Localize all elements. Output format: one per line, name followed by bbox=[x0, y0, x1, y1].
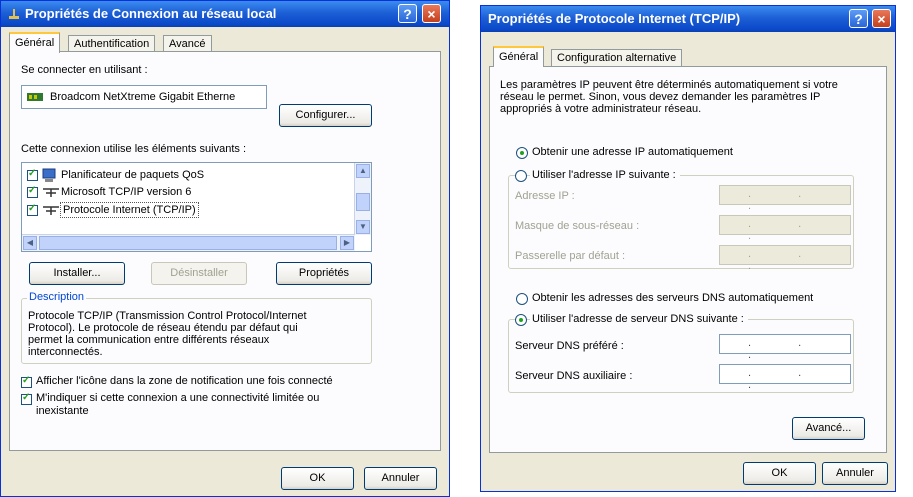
obtain-dns-auto-radio[interactable] bbox=[516, 293, 528, 305]
description-text: Protocole TCP/IP (Transmission Control P… bbox=[28, 310, 364, 360]
default-gateway-label: Passerelle par défaut : bbox=[515, 250, 626, 262]
component-label: Protocole Internet (TCP/IP) bbox=[60, 202, 199, 218]
intro-line: Les paramètres IP peuvent être déterminé… bbox=[500, 79, 838, 91]
ip-dots: . . . bbox=[748, 188, 824, 212]
configure-button[interactable]: Configurer... bbox=[279, 104, 372, 127]
scroll-thumb[interactable] bbox=[39, 236, 337, 250]
preferred-dns-label: Serveur DNS préféré : bbox=[515, 340, 624, 352]
components-list[interactable]: Planificateur de paquets QoS Microsoft T… bbox=[21, 162, 372, 252]
tcpip-properties-dialog: Propriétés de Protocole Internet (TCP/IP… bbox=[480, 5, 896, 492]
ip-dots: . . . bbox=[748, 367, 824, 391]
qos-scheduler-icon bbox=[42, 168, 56, 182]
cancel-button[interactable]: Annuler bbox=[364, 467, 437, 490]
help-button[interactable]: ? bbox=[398, 4, 417, 23]
help-button[interactable]: ? bbox=[849, 9, 868, 28]
use-dns-label: Utiliser l'adresse de serveur DNS suivan… bbox=[530, 313, 748, 325]
notify-checkbox[interactable] bbox=[21, 392, 32, 405]
ip-address-label: Adresse IP : bbox=[515, 190, 575, 202]
close-button[interactable]: × bbox=[422, 4, 441, 23]
default-gateway-field[interactable]: . . . bbox=[719, 245, 851, 272]
description-title: Description bbox=[27, 291, 87, 303]
ip-dots: . . . bbox=[748, 218, 824, 242]
description-line: Protocol). Le protocole de réseau étendu… bbox=[28, 322, 298, 334]
use-ip-label: Utiliser l'adresse IP suivante : bbox=[530, 169, 680, 181]
tab-general[interactable]: Général bbox=[9, 32, 61, 53]
intro-line: appropriés à votre administrateur réseau… bbox=[500, 103, 702, 115]
scroll-thumb[interactable] bbox=[356, 193, 370, 211]
intro-text: Les paramètres IP peuvent être déterminé… bbox=[500, 79, 838, 115]
general-panel: Se connecter en utilisant : Broadcom Net… bbox=[9, 51, 441, 451]
static-ip-group: Utiliser l'adresse IP suivante : Adresse… bbox=[508, 169, 854, 272]
description-line: permet la communication entre différents… bbox=[28, 334, 270, 346]
obtain-dns-auto-label: Obtenir les adresses des serveurs DNS au… bbox=[532, 292, 814, 304]
tab-advanced[interactable]: Avancé bbox=[163, 35, 212, 52]
protocol-icon bbox=[43, 206, 59, 215]
ok-button[interactable]: OK bbox=[743, 462, 816, 485]
component-checkbox[interactable] bbox=[27, 203, 38, 216]
tab-strip: Général Configuration alternative bbox=[489, 46, 887, 67]
component-checkbox[interactable] bbox=[27, 185, 38, 198]
ip-dots: . . . bbox=[748, 337, 824, 361]
list-item[interactable]: Protocole Internet (TCP/IP) bbox=[27, 202, 347, 219]
description-line: Protocole TCP/IP (Transmission Control P… bbox=[28, 310, 307, 322]
scroll-left-button[interactable]: ◀ bbox=[23, 236, 37, 250]
title-bar[interactable]: Propriétés de Connexion au réseau local … bbox=[1, 1, 449, 27]
subnet-mask-field[interactable]: . . . bbox=[719, 215, 851, 242]
obtain-ip-auto-radio[interactable] bbox=[516, 147, 528, 159]
static-dns-group: Utiliser l'adresse de serveur DNS suivan… bbox=[508, 313, 854, 393]
cancel-button[interactable]: Annuler bbox=[822, 462, 888, 485]
preferred-dns-field[interactable]: . . . bbox=[719, 334, 851, 361]
adapter-field: Broadcom NetXtreme Gigabit Etherne bbox=[21, 85, 267, 109]
elements-label: Cette connexion utilise les éléments sui… bbox=[21, 143, 247, 155]
component-label: Planificateur de paquets QoS bbox=[61, 169, 205, 181]
window-title: Propriétés de Protocole Internet (TCP/IP… bbox=[488, 11, 741, 26]
protocol-icon bbox=[43, 188, 59, 197]
alternate-dns-field[interactable]: . . . bbox=[719, 364, 851, 391]
obtain-ip-auto-label: Obtenir une adresse IP automatiquement bbox=[532, 146, 733, 158]
properties-button[interactable]: Propriétés bbox=[276, 262, 372, 285]
subnet-mask-label: Masque de sous-réseau : bbox=[515, 220, 640, 232]
ok-button[interactable]: OK bbox=[281, 467, 354, 490]
intro-line: réseau le permet. Sinon, vous devez dema… bbox=[500, 91, 821, 103]
component-label: Microsoft TCP/IP version 6 bbox=[61, 186, 192, 198]
tab-general[interactable]: Général bbox=[493, 46, 545, 67]
show-icon-label: Afficher l'icône dans la zone de notific… bbox=[36, 375, 333, 387]
notify-label-continued: inexistante bbox=[36, 405, 89, 417]
alternate-dns-label: Serveur DNS auxiliaire : bbox=[515, 370, 633, 382]
window-title: Propriétés de Connexion au réseau local bbox=[25, 6, 277, 21]
component-checkbox[interactable] bbox=[27, 168, 38, 181]
connect-using-label: Se connecter en utilisant : bbox=[21, 64, 148, 76]
tab-authentication[interactable]: Authentification bbox=[68, 35, 156, 52]
advanced-button[interactable]: Avancé... bbox=[792, 417, 865, 440]
notify-label: M'indiquer si cette connexion a une conn… bbox=[36, 392, 320, 404]
ip-dots: . . . bbox=[748, 248, 824, 272]
list-item[interactable]: Planificateur de paquets QoS bbox=[27, 168, 347, 184]
adapter-name: Broadcom NetXtreme Gigabit Etherne bbox=[50, 91, 236, 103]
network-connection-icon bbox=[9, 9, 19, 19]
scroll-up-button[interactable]: ▲ bbox=[356, 164, 370, 178]
show-icon-checkbox[interactable] bbox=[21, 375, 32, 388]
use-ip-radio[interactable] bbox=[515, 170, 527, 182]
uninstall-button[interactable]: Désinstaller bbox=[151, 262, 247, 285]
use-dns-radio[interactable] bbox=[515, 314, 527, 326]
vertical-scrollbar[interactable]: ▲ ▼ bbox=[354, 163, 371, 235]
install-button[interactable]: Installer... bbox=[29, 262, 125, 285]
general-panel: Les paramètres IP peuvent être déterminé… bbox=[489, 66, 887, 453]
scroll-right-button[interactable]: ▶ bbox=[340, 236, 354, 250]
tab-alternate-configuration[interactable]: Configuration alternative bbox=[551, 49, 683, 66]
description-line: interconnectés. bbox=[28, 346, 103, 358]
tab-strip: Général Authentification Avancé bbox=[9, 32, 441, 53]
scroll-down-button[interactable]: ▼ bbox=[356, 220, 370, 234]
list-item[interactable]: Microsoft TCP/IP version 6 bbox=[27, 185, 347, 201]
description-group: Description Protocole TCP/IP (Transmissi… bbox=[21, 291, 372, 364]
horizontal-scrollbar[interactable]: ◀ ▶ bbox=[22, 234, 355, 251]
ip-address-field[interactable]: . . . bbox=[719, 185, 851, 212]
close-button[interactable]: × bbox=[872, 9, 891, 28]
title-bar[interactable]: Propriétés de Protocole Internet (TCP/IP… bbox=[481, 6, 895, 32]
local-connection-properties-dialog: Propriétés de Connexion au réseau local … bbox=[0, 0, 450, 497]
network-adapter-icon bbox=[27, 93, 43, 101]
